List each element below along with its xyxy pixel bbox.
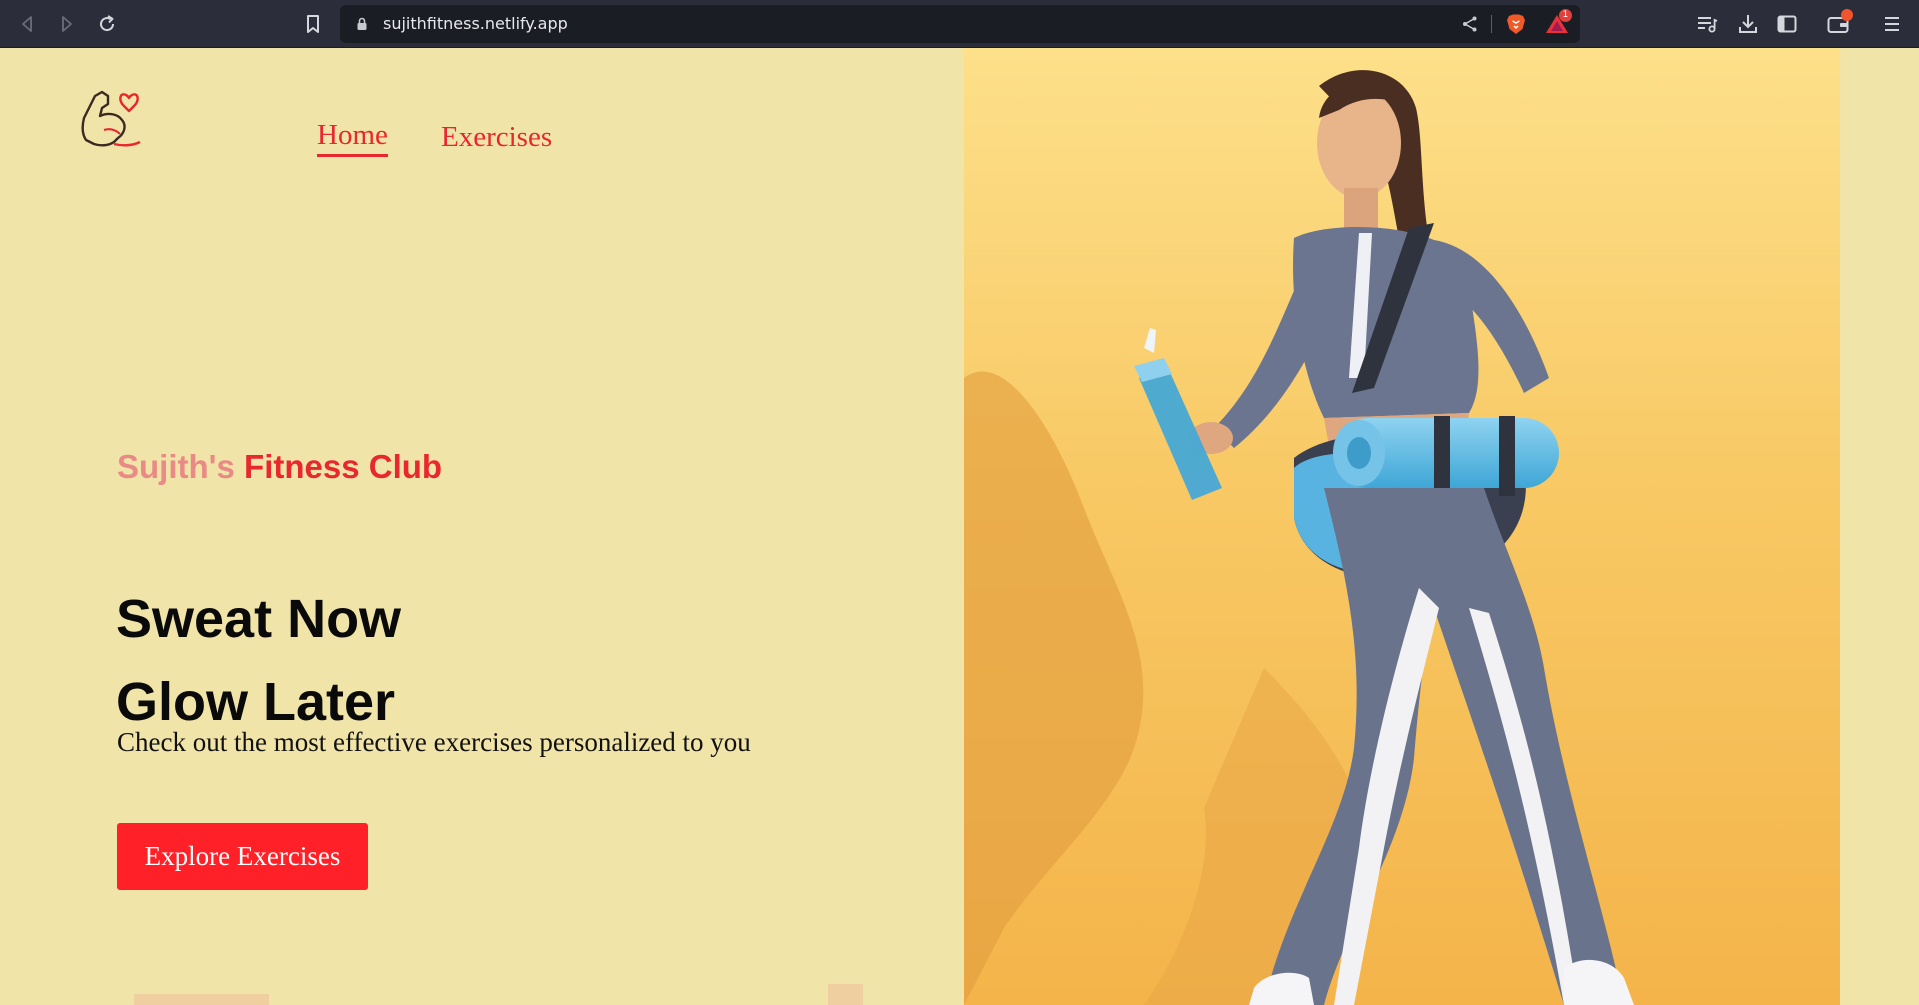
decorative-block — [828, 984, 863, 1005]
nav-exercises-link[interactable]: Exercises — [441, 120, 552, 154]
brave-lion-icon[interactable] — [1504, 12, 1528, 36]
bookmark-icon[interactable] — [301, 12, 325, 36]
club-name-owner: Sujith's — [117, 448, 235, 485]
address-bar[interactable]: sujithfitness.netlify.app 1 — [340, 5, 1580, 43]
club-name: Sujith's Fitness Club — [117, 448, 442, 486]
hero-heading-line-1: Sweat Now — [116, 589, 402, 649]
download-icon[interactable] — [1736, 12, 1760, 36]
wallet-alert-dot — [1841, 9, 1853, 21]
forward-icon[interactable] — [55, 12, 79, 36]
notification-badge: 1 — [1559, 9, 1572, 22]
rewards-triangle-icon[interactable]: 1 — [1544, 9, 1572, 36]
hero-banner-image — [964, 48, 1840, 1005]
decorative-block — [134, 994, 269, 1005]
reload-icon[interactable] — [95, 12, 119, 36]
hero-subtitle: Check out the most effective exercises p… — [117, 727, 751, 757]
playlist-icon[interactable] — [1695, 12, 1719, 36]
lock-icon — [354, 16, 370, 32]
back-icon[interactable] — [15, 12, 39, 36]
page: Home Exercises Sujith's Fitness Club Swe… — [0, 48, 1919, 1005]
divider — [1491, 15, 1492, 33]
hero-heading-line-2: Glow Later — [116, 672, 396, 732]
wallet-icon[interactable] — [1826, 9, 1853, 36]
hero-heading: Sweat Now Glow Later — [116, 578, 401, 744]
hamburger-menu-icon[interactable] — [1880, 12, 1904, 36]
sidebar-icon[interactable] — [1775, 12, 1799, 36]
site-logo[interactable] — [78, 86, 142, 152]
club-name-title: Fitness Club — [244, 448, 443, 485]
browser-toolbar: sujithfitness.netlify.app 1 — [0, 0, 1919, 48]
nav-home-link[interactable]: Home — [317, 118, 388, 157]
share-icon[interactable] — [1460, 14, 1480, 34]
explore-exercises-button[interactable]: Explore Exercises — [117, 823, 368, 890]
url-text: sujithfitness.netlify.app — [383, 14, 568, 33]
